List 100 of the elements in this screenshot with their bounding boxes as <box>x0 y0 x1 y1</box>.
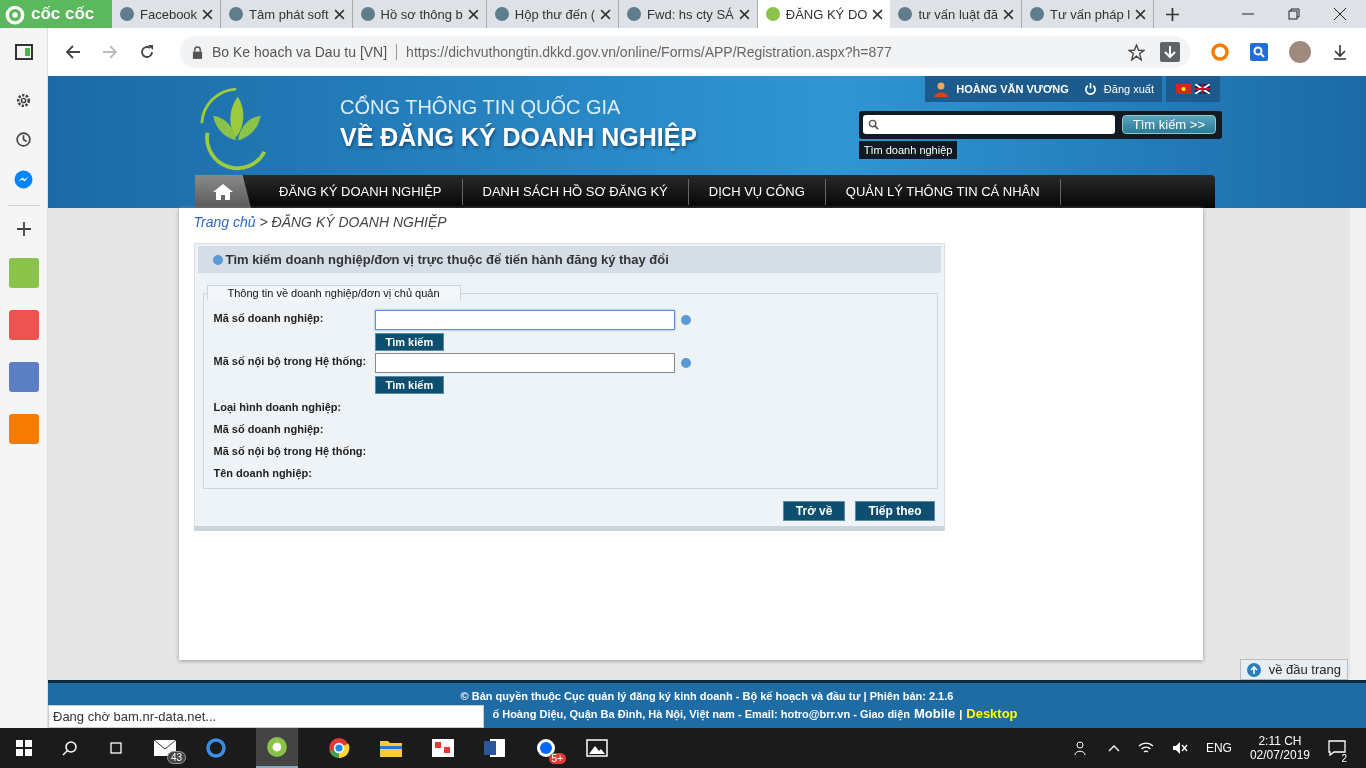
url-text: https://dichvuthongtin.dkkd.gov.vn/online/Forms/APP/Registration.aspx?h=877 <box>406 44 893 60</box>
vietnam-flag-icon[interactable] <box>1176 84 1191 94</box>
field-label: Mã số doanh nghiệp: <box>213 311 325 324</box>
download-icon[interactable] <box>1332 44 1348 60</box>
input-field[interactable] <box>374 353 675 373</box>
close-icon[interactable] <box>333 8 345 20</box>
info-label: Mã số nội bộ trong Hệ thống: <box>213 444 368 460</box>
bookmark-star-icon[interactable] <box>1128 43 1145 61</box>
favicon-icon <box>897 6 914 22</box>
info-label: Loại hình doanh nghiệp: <box>213 400 343 416</box>
chevron-up-icon[interactable] <box>1107 744 1120 752</box>
nav-item[interactable]: DỊCH VỤ CÔNG <box>688 178 826 205</box>
home-tab[interactable] <box>195 175 251 208</box>
panel-title: Tìm kiếm doanh nghiệp/đơn vị trực thuộc để tiến hành đăng ký thay đổi <box>225 252 669 267</box>
favicon-icon <box>626 6 643 22</box>
search-button[interactable]: Tìm kiếm <box>374 333 445 351</box>
browser-tab[interactable]: ĐĂNG KÝ DO <box>757 0 891 28</box>
muted-speaker-icon[interactable] <box>1171 741 1188 755</box>
restore-icon[interactable] <box>1288 8 1300 20</box>
browser-tab[interactable]: Fwd: hs cty SÁ <box>619 0 758 28</box>
nav-item[interactable]: ĐĂNG KÝ DOANH NGHIỆP <box>259 178 463 205</box>
favicon-icon <box>119 6 135 22</box>
close-icon[interactable] <box>467 8 479 20</box>
contact-text: ố Hoàng Diệu, Quận Ba Đình, Hà Nội, Việt nam - Email: hotro@brr.vn - Giao diện <box>492 708 910 720</box>
close-icon[interactable] <box>738 8 750 20</box>
user-name: HOÀNG VĂN VƯƠNG <box>956 83 1069 95</box>
settings-icon[interactable] <box>15 92 32 109</box>
favicon-icon <box>1028 6 1045 22</box>
search-button[interactable]: Tìm kiếm <box>374 376 445 394</box>
profile-avatar[interactable] <box>1289 41 1311 63</box>
search-button[interactable]: Tìm kiếm >> <box>1121 115 1216 134</box>
search-tooltip: Tìm doanh nghiệp <box>858 141 958 159</box>
up-arrow-icon <box>1246 662 1261 677</box>
help-icon[interactable] <box>680 358 691 368</box>
sidebar-toggle-icon[interactable] <box>14 44 33 60</box>
clock[interactable]: 2:11 CH 02/07/2019 <box>1249 734 1310 762</box>
help-icon[interactable] <box>680 315 691 325</box>
portal-subtitle: CỔNG THÔNG TIN QUỐC GIA <box>340 96 622 119</box>
mail-badge: 43 <box>166 751 186 764</box>
app-tile-icon[interactable] <box>8 258 39 288</box>
uk-flag-icon[interactable] <box>1195 84 1210 94</box>
browser-tab[interactable]: Hồ sơ thông b <box>352 0 487 28</box>
favicon-icon <box>228 6 245 22</box>
windows-start-icon[interactable] <box>16 740 32 756</box>
nav-item[interactable]: QUẢN LÝ THÔNG TIN CÁ NHÂN <box>825 178 1061 205</box>
download-icon[interactable] <box>1160 42 1180 62</box>
mobile-link[interactable]: Mobile <box>914 706 956 721</box>
favicon-icon <box>764 6 781 22</box>
logout-link[interactable]: Đăng xuất <box>1103 83 1154 95</box>
input-field[interactable] <box>374 310 675 330</box>
copyright-text: © Bản quyền thuộc Cục quản lý đăng ký kinh doanh - Bộ kế hoạch và đầu tư | Phiên bản: 2.1.6 <box>460 690 954 702</box>
address-bar[interactable]: Bo Ke hoach va Dau tu [VN] https://dichvuthongtin.dkkd.gov.vn/online/Forms/APP/Registration.aspx?h=877 <box>180 36 1190 68</box>
power-icon[interactable] <box>1083 82 1097 96</box>
browser-tab[interactable]: Facebook <box>112 0 222 28</box>
close-icon[interactable] <box>872 8 884 20</box>
portal-title: VỀ ĐĂNG KÝ DOANH NGHIỆP <box>340 123 697 152</box>
status-bubble: Đang chờ bam.nr-data.net... <box>48 705 484 728</box>
browser-icon[interactable] <box>266 736 288 758</box>
browser-tab[interactable]: Tâm phát soft <box>221 0 353 28</box>
favicon-icon <box>359 6 376 22</box>
new-tab-icon[interactable] <box>1166 7 1180 21</box>
photos-icon[interactable] <box>586 739 608 757</box>
favicon-icon <box>493 6 510 22</box>
browser-brand-name: cốc cốc <box>31 4 95 24</box>
close-icon[interactable] <box>1002 8 1014 20</box>
search-field[interactable] <box>862 115 1115 134</box>
reload-icon[interactable] <box>139 44 155 60</box>
site-name: Bo Ke hoach va Dau tu [VN] <box>212 44 398 60</box>
notification-icon[interactable] <box>1328 740 1346 756</box>
input-language[interactable]: ENG <box>1205 741 1232 755</box>
close-icon[interactable] <box>600 8 612 20</box>
folder-icon[interactable] <box>380 739 402 757</box>
nav-item[interactable]: DANH SÁCH HỒ SƠ ĐĂNG KÝ <box>462 178 689 205</box>
action-button[interactable]: Trở về <box>782 501 846 521</box>
browser-tab[interactable]: Tư vấn pháp l <box>1021 0 1155 28</box>
extension-icon[interactable] <box>1211 43 1229 61</box>
back-icon[interactable] <box>65 44 81 60</box>
history-icon[interactable] <box>15 131 32 148</box>
desktop-link[interactable]: Desktop <box>966 706 1018 721</box>
browser-tab[interactable]: tư vấn luật đă <box>890 0 1022 28</box>
word-document-icon[interactable] <box>484 738 506 758</box>
logo-icon <box>4 3 26 25</box>
info-label: Mã số doanh nghiệp: <box>213 422 325 438</box>
back-to-top-button[interactable]: về đầu trang <box>1239 659 1348 680</box>
wifi-icon[interactable] <box>1137 741 1154 755</box>
close-icon[interactable] <box>202 8 214 20</box>
fieldset-legend: Thông tin về doanh nghiệp/đơn vị chủ quản <box>206 285 461 300</box>
chat-badge: 5+ <box>548 753 566 764</box>
scrollbar[interactable] <box>1350 208 1366 680</box>
user-icon <box>933 81 950 97</box>
app-icon[interactable] <box>432 739 454 757</box>
chat-icon[interactable] <box>14 170 33 189</box>
breadcrumb-home-link[interactable]: Trang chủ <box>193 214 256 230</box>
lock-icon <box>192 45 203 59</box>
close-icon[interactable] <box>1135 8 1147 20</box>
close-icon[interactable] <box>1334 8 1346 20</box>
add-icon[interactable] <box>16 222 31 236</box>
browser-tab[interactable]: Hộp thư đến ( <box>486 0 620 28</box>
task-view-icon[interactable] <box>108 740 124 756</box>
action-button[interactable]: Tiếp theo <box>855 501 935 521</box>
